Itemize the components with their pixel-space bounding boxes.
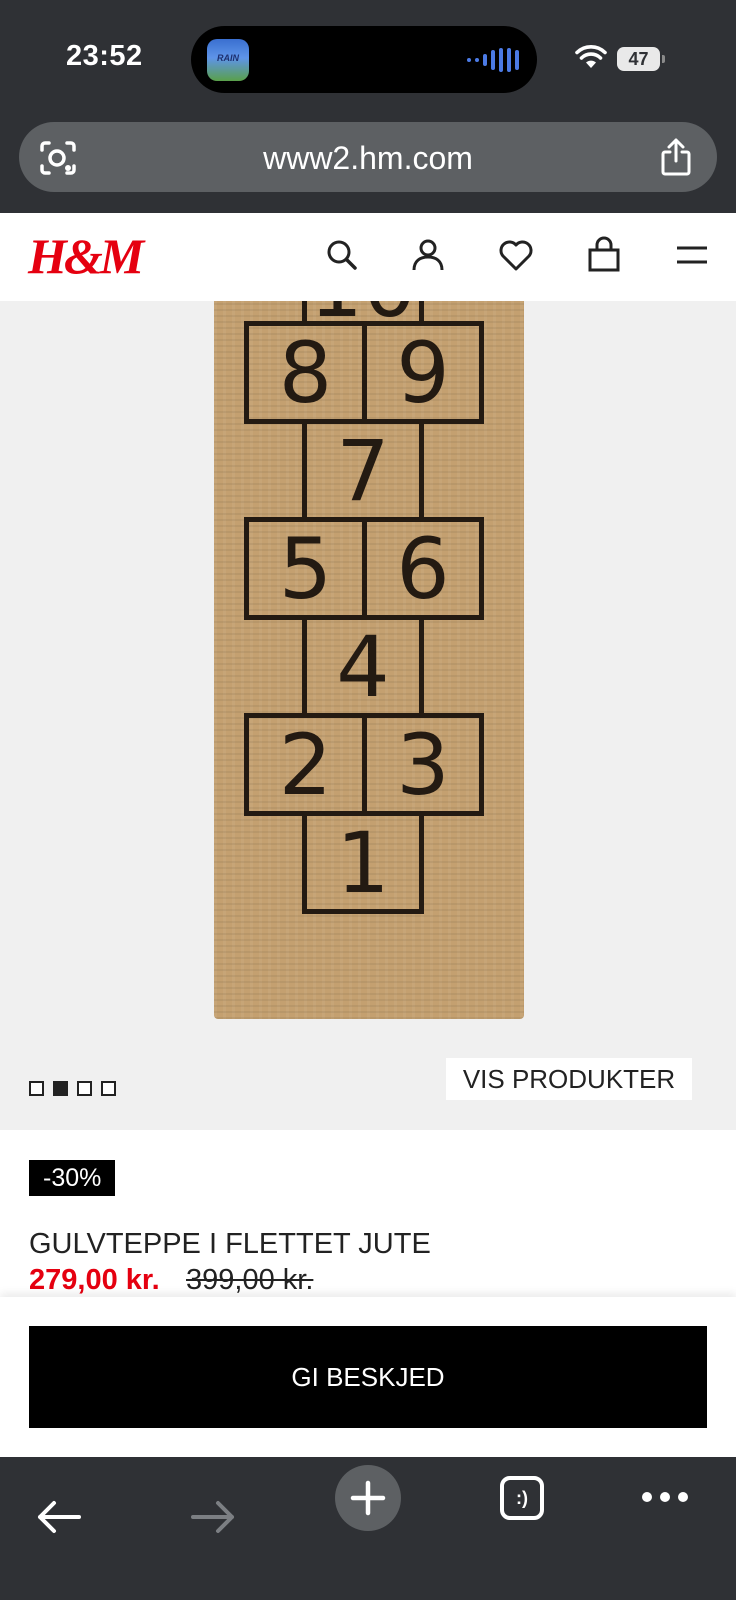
wifi-icon [575,45,607,68]
hopscotch-cell: 6 [362,517,484,620]
favorites-heart-icon[interactable] [496,235,536,275]
hopscotch-cell: 1 [302,811,424,914]
product-name: GULVTEPPE I FLETTET JUTE [29,1228,431,1260]
hopscotch-cell: 9 [362,321,484,424]
carousel-dot[interactable] [101,1081,116,1096]
discount-badge: -30% [29,1160,116,1196]
rain-app-icon[interactable]: RAIN [207,39,249,81]
product-info: -30% GULVTEPPE I FLETTET JUTE 279,00 kr.… [0,1130,736,1297]
address-bar[interactable]: www2.hm.com [19,122,717,192]
product-image[interactable]: 10 8 9 7 5 6 4 2 3 1 VIS PRODUKTER [0,301,736,1130]
url-text: www2.hm.com [263,140,473,176]
hopscotch-cell: 2 [244,713,367,816]
hm-logo[interactable]: H&M [28,227,144,285]
view-products-button[interactable]: VIS PRODUKTER [446,1058,692,1100]
tabs-icon[interactable]: :) [500,1476,544,1520]
browser-toolbar: www2.hm.com [0,118,736,213]
rain-app-label: RAIN [217,53,239,63]
status-time: 23:52 [66,40,143,72]
more-icon[interactable] [640,1487,690,1507]
hopscotch-cell: 3 [362,713,484,816]
original-price: 399,00 kr. [186,1264,314,1296]
battery-level: 47 [628,49,649,69]
forward-arrow-icon[interactable] [188,1497,238,1537]
back-arrow-icon[interactable] [34,1497,84,1537]
notify-me-button[interactable]: GI BESKJED [29,1326,707,1428]
hopscotch-cell: 8 [244,321,367,424]
carousel-dot[interactable] [29,1081,44,1096]
audio-wave-icon [467,48,519,72]
share-icon[interactable] [659,137,693,177]
carousel-dot-active[interactable] [53,1081,68,1096]
hopscotch-cell: 7 [302,419,424,522]
sale-price: 279,00 kr. [29,1264,160,1296]
hopscotch-cell: 5 [244,517,367,620]
browser-bottom-bar: :) [0,1457,736,1600]
menu-icon[interactable] [672,235,712,275]
hopscotch-cell: 4 [302,615,424,718]
new-tab-button[interactable] [335,1465,401,1531]
site-header: H&M [0,213,736,301]
account-icon[interactable] [408,235,448,275]
search-icon[interactable] [322,235,362,275]
carousel-dot[interactable] [77,1081,92,1096]
dynamic-island[interactable]: RAIN [191,26,537,93]
hopscotch-rug: 10 8 9 7 5 6 4 2 3 1 [214,301,524,1019]
plus-icon [350,1480,386,1516]
carousel-indicators [29,1081,116,1096]
sticky-cta: GI BESKJED [0,1297,736,1457]
shopping-bag-icon[interactable] [584,235,624,275]
status-bar: 23:52 RAIN 47 [0,0,736,118]
battery-icon: 47 [617,47,665,71]
